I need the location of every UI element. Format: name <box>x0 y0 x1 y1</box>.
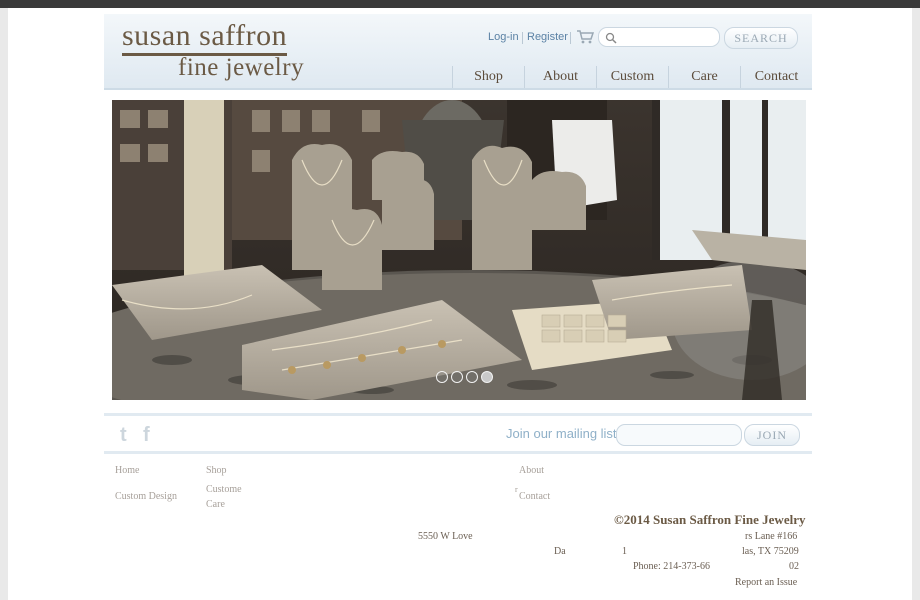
slide-dot-3[interactable] <box>466 371 478 383</box>
logo-line-2[interactable]: fine jewelry <box>178 54 304 82</box>
cart-icon[interactable] <box>576 30 595 44</box>
slide-dot-2[interactable] <box>451 371 463 383</box>
page-right-gutter <box>912 8 920 600</box>
address-fragment: las, TX 75209 <box>742 546 799 557</box>
mailing-list-input[interactable] <box>616 424 742 446</box>
browser-top-bar <box>0 0 920 8</box>
copyright-text: ©2014 Susan Saffron Fine Jewelry <box>614 512 806 527</box>
phone-text: Phone: 214-373-66 <box>633 561 710 572</box>
search-icon <box>605 31 617 44</box>
footer-link-shop[interactable]: Shop <box>206 465 227 476</box>
facebook-icon[interactable]: f <box>143 424 150 447</box>
address-fragment: rs Lane #166 <box>745 531 798 542</box>
slide-dot-4[interactable] <box>481 371 493 383</box>
divider <box>104 413 812 416</box>
nav-custom[interactable]: Custom <box>596 66 668 88</box>
page-left-gutter <box>0 8 8 600</box>
login-link[interactable]: Log-in <box>488 31 519 43</box>
twitter-icon[interactable]: t <box>120 424 127 447</box>
address-fragment: 1 <box>622 546 627 557</box>
address-fragment: Da <box>554 546 566 557</box>
footer-stray-text: r <box>515 485 518 494</box>
footer-link-custom-design[interactable]: Custom Design <box>115 491 177 502</box>
footer-link-care[interactable]: Care <box>206 499 225 510</box>
search-button[interactable]: SEARCH <box>724 27 798 49</box>
site-header: susan saffron fine jewelry Log-in Regist… <box>104 14 812 90</box>
footer-link-about[interactable]: About <box>519 465 544 476</box>
join-button[interactable]: JOIN <box>744 424 800 446</box>
mailing-list-label: Join our mailing list: <box>506 426 621 441</box>
nav-about[interactable]: About <box>524 66 596 88</box>
search-field[interactable] <box>598 27 720 47</box>
register-link[interactable]: Register <box>527 31 568 43</box>
address-fragment: 5550 W Love <box>418 531 473 542</box>
search-input[interactable] <box>621 30 719 46</box>
main-nav: Shop About Custom Care Contact <box>452 66 812 88</box>
nav-shop[interactable]: Shop <box>452 66 524 88</box>
logo-line-1[interactable]: susan saffron <box>122 20 288 56</box>
util-divider <box>522 32 523 44</box>
slideshow-pagination <box>436 371 493 383</box>
footer-link-custome[interactable]: Custome <box>206 484 242 495</box>
report-issue-link[interactable]: Report an Issue <box>735 577 797 588</box>
nav-contact[interactable]: Contact <box>740 66 812 88</box>
divider <box>104 451 812 454</box>
util-divider <box>570 32 571 44</box>
slide-dot-1[interactable] <box>436 371 448 383</box>
hero-slideshow-image[interactable] <box>112 100 806 400</box>
phone-fragment: 02 <box>789 561 799 572</box>
nav-care[interactable]: Care <box>668 66 740 88</box>
footer-link-contact[interactable]: Contact <box>519 491 550 502</box>
footer-link-home[interactable]: Home <box>115 465 139 476</box>
